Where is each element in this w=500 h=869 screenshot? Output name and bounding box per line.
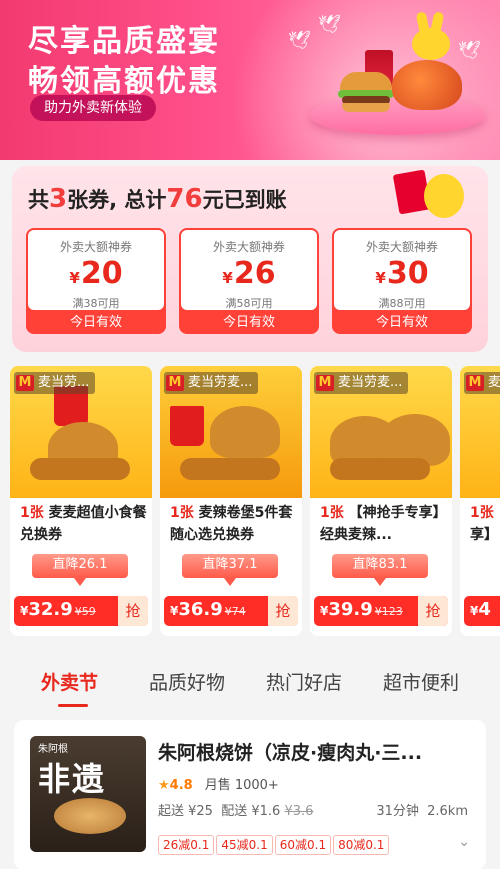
promo-banner: 尽享品质盛宴 畅领高额优惠 助力外卖新体验 🕊 🕊 🕊 (0, 0, 500, 160)
product-image: M 麦当劳麦... (160, 366, 302, 498)
promo-tag: 60减0.1 (274, 835, 332, 855)
mascot-bunny-icon (410, 11, 452, 60)
category-tabs: 外卖节 品质好物 热门好店 超市便利 (0, 660, 500, 707)
discount-badge: 直降26.1 (32, 554, 128, 586)
product-card[interactable]: M 麦当劳... 1张 麦麦超值小食餐兑换券 直降26.1 ¥32.9 ¥59 抢 (10, 366, 152, 636)
mcdonalds-logo-icon: M (316, 374, 334, 391)
star-icon: ★ (158, 778, 170, 793)
grab-button[interactable]: 抢 (118, 596, 148, 626)
promo-tag: 26减0.1 (158, 835, 215, 855)
brand-badge: M 麦当劳... (14, 372, 96, 394)
product-name: 1张 享】 (470, 505, 498, 543)
store-thumbnail: 朱阿根 非遗 (30, 736, 146, 852)
dove-icon: 🕊 (458, 40, 481, 61)
mcdonalds-logo-icon: M (166, 374, 184, 391)
tab-supermarket[interactable]: 超市便利 (383, 668, 459, 695)
store-card[interactable]: 朱阿根 非遗 朱阿根烧饼（凉皮·瘦肉丸·三... ★4.8 月售 1000+ 起送… (14, 720, 486, 869)
tab-waimai-festival[interactable]: 外卖节 (41, 668, 98, 695)
active-tab-indicator (58, 704, 88, 707)
discount-badge: 直降37.1 (182, 554, 278, 586)
price-bar[interactable]: ¥39.9 ¥123 抢 (314, 596, 448, 626)
burger-illustration (338, 72, 394, 112)
tab-quality-goods[interactable]: 品质好物 (149, 668, 225, 695)
banner-headline-1: 尽享品质盛宴 (28, 24, 220, 59)
mcdonalds-logo-icon: M (16, 374, 34, 391)
product-card[interactable]: M麦 1张 享】 ¥4 (460, 366, 500, 636)
price-bar[interactable]: ¥32.9 ¥59 抢 (14, 596, 148, 626)
dove-icon: 🕊 (288, 30, 311, 51)
banner-headline-2: 畅领高额优惠 (28, 64, 220, 99)
coupon-amount: ¥20 (69, 256, 123, 291)
product-carousel[interactable]: M 麦当劳... 1张 麦麦超值小食餐兑换券 直降26.1 ¥32.9 ¥59 抢 … (10, 366, 500, 636)
coupon-validity: 今日有效 (375, 315, 428, 330)
product-image: M麦 (460, 366, 500, 498)
brand-badge: M 麦当劳麦... (164, 372, 259, 394)
store-name: 朱阿根烧饼（凉皮·瘦肉丸·三... (158, 742, 423, 764)
product-name: 1张 麦麦超值小食餐兑换券 (20, 505, 147, 543)
banner-pill: 助力外卖新体验 (30, 95, 156, 121)
price-bar[interactable]: ¥36.9 ¥74 抢 (164, 596, 298, 626)
grab-button[interactable]: 抢 (418, 596, 448, 626)
brand-badge: M麦 (464, 372, 500, 394)
coupon-card[interactable]: 外卖大额神券 ¥20 满38可用 今日有效 (26, 228, 166, 334)
coupon-amount: ¥26 (222, 256, 276, 291)
promo-tag: 45减0.1 (216, 835, 273, 855)
coupon-validity: 今日有效 (222, 315, 275, 330)
mcdonalds-logo-icon: M (466, 374, 484, 391)
coupon-summary: 共3张券, 总计76元已到账 (28, 184, 287, 214)
store-rating-row: ★4.8 月售 1000+ (158, 778, 279, 793)
promo-tags: 26减0.1 45减0.1 60减0.1 80减0.1 (158, 834, 391, 856)
product-image: M 麦当劳... (10, 366, 152, 498)
product-name: 1张 麦辣卷堡5件套随心选兑换券 (170, 505, 293, 543)
product-card[interactable]: M 麦当劳麦... 1张 【神抢手专享】经典麦辣... 直降83.1 ¥39.9 ¥… (310, 366, 452, 636)
coupon-validity: 今日有效 (69, 315, 122, 330)
grab-button[interactable]: 抢 (268, 596, 298, 626)
coupon-card[interactable]: 外卖大额神券 ¥26 满58可用 今日有效 (179, 228, 319, 334)
discount-badge: 直降83.1 (332, 554, 428, 586)
mascot-envelope-icon (382, 166, 482, 226)
crab-illustration (392, 60, 462, 110)
price-bar[interactable]: ¥4 (464, 596, 500, 626)
coupon-panel: 共3张券, 总计76元已到账 外卖大额神券 ¥20 满38可用 今日有效 外卖大… (12, 166, 488, 352)
promo-tag: 80减0.1 (333, 835, 390, 855)
product-card[interactable]: M 麦当劳麦... 1张 麦辣卷堡5件套随心选兑换券 直降37.1 ¥36.9 ¥7… (160, 366, 302, 636)
coupon-card[interactable]: 外卖大额神券 ¥30 满88可用 今日有效 (332, 228, 472, 334)
dove-icon: 🕊 (318, 14, 341, 35)
product-name: 1张 【神抢手专享】经典麦辣... (320, 505, 447, 543)
store-delivery-row: 起送 ¥25 配送 ¥1.6 ¥3.6 31分钟 2.6km (158, 804, 468, 819)
coupon-amount: ¥30 (375, 256, 429, 291)
brand-badge: M 麦当劳麦... (314, 372, 409, 394)
chevron-down-icon[interactable]: ⌄ (458, 834, 470, 850)
tab-popular-stores[interactable]: 热门好店 (266, 668, 342, 695)
product-image: M 麦当劳麦... (310, 366, 452, 498)
